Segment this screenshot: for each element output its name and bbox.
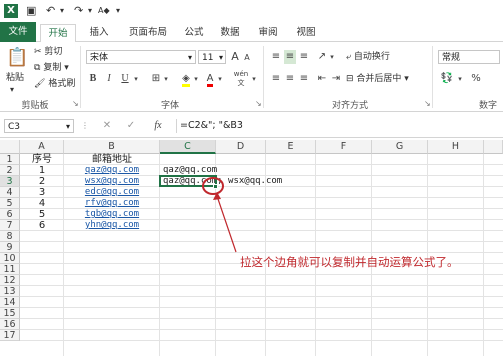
clipboard-group-label: 剪贴板: [21, 101, 49, 111]
more-icon: ⋮: [81, 121, 89, 130]
align-left-icon[interactable]: ≡: [270, 72, 282, 86]
chevron-down-icon[interactable]: ▾: [162, 72, 170, 86]
shrink-font-icon[interactable]: A: [242, 51, 252, 65]
format-painter-button[interactable]: 🖌 格式刷: [34, 78, 75, 90]
grow-font-icon[interactable]: A: [230, 50, 240, 64]
merge-label: 合并后居中: [356, 74, 402, 84]
phonetic-label: wén: [233, 70, 249, 78]
paste-dropdown-icon[interactable]: ▾: [10, 84, 14, 96]
decrease-indent-icon[interactable]: ⇤: [316, 72, 328, 86]
tab-formulas[interactable]: 公式: [180, 24, 208, 41]
copy-icon: ⧉: [34, 63, 41, 73]
name-box-value: C3: [8, 122, 21, 132]
align-bottom-icon[interactable]: ≡: [298, 50, 310, 64]
font-size-box[interactable]: 11 ▾: [198, 50, 226, 64]
alignment-launcher-icon[interactable]: ↘: [424, 99, 431, 108]
paste-icon[interactable]: 📋: [6, 46, 28, 70]
copy-button[interactable]: ⧉ 复制 ▾: [34, 62, 69, 74]
borders-icon[interactable]: ⊞: [150, 72, 162, 86]
font-launcher-icon[interactable]: ↘: [255, 99, 262, 108]
wrap-text-button[interactable]: ⤶ 自动换行: [346, 51, 390, 63]
font-size-value: 11: [202, 53, 214, 63]
name-box[interactable]: C3 ▾: [4, 119, 74, 133]
chevron-down-icon: ▾: [187, 53, 192, 62]
customize-qat-icon[interactable]: ▾: [116, 4, 120, 18]
formula-text: =C2&"; "&B3: [180, 120, 243, 131]
bold-button[interactable]: B: [88, 72, 98, 86]
brush-icon: 🖌: [34, 79, 46, 89]
divider: [263, 46, 264, 108]
wrap-icon: ⤶: [346, 52, 352, 62]
tab-review[interactable]: 审阅: [254, 24, 282, 41]
number-format-value: 常规: [442, 53, 461, 63]
chevron-down-icon[interactable]: ▾: [192, 72, 200, 86]
cut-button[interactable]: ✂ 剪切: [34, 46, 62, 58]
clipboard-launcher-icon[interactable]: ↘: [72, 99, 79, 108]
align-right-icon[interactable]: ≡: [298, 72, 310, 86]
chevron-down-icon: ▾: [65, 122, 70, 131]
ribbon-tabs: 文件 开始 插入 页面布局 公式 数据 审阅 视图: [0, 22, 503, 43]
orientation-icon[interactable]: ↗: [316, 50, 328, 64]
align-center-icon[interactable]: ≡: [284, 72, 296, 86]
tab-file[interactable]: 文件: [0, 22, 36, 42]
font-color-icon[interactable]: A: [204, 72, 216, 87]
alignment-group-label: 对齐方式: [331, 101, 368, 111]
formula-bar: C3 ▾ ⋮ ✕ ✓ fx =C2&"; "&B3: [0, 114, 503, 138]
tab-data[interactable]: 数据: [216, 24, 244, 41]
enter-icon[interactable]: ✓: [124, 119, 138, 133]
chevron-down-icon[interactable]: ▾: [132, 72, 140, 86]
annotation-arrow-line: [216, 195, 237, 253]
wrap-label: 自动换行: [353, 52, 390, 62]
merge-icon: ⊟: [346, 74, 354, 84]
tab-home[interactable]: 开始: [40, 24, 76, 43]
chevron-down-icon[interactable]: ▾: [456, 72, 464, 86]
underline-button[interactable]: U: [120, 72, 130, 86]
divider: [432, 46, 433, 108]
align-top-icon[interactable]: ≡: [270, 50, 282, 64]
redo-dropdown-icon[interactable]: ▾: [88, 4, 92, 18]
font-group-label: 字体: [160, 101, 179, 111]
highlight-circle: [202, 177, 224, 195]
chevron-down-icon[interactable]: ▾: [328, 50, 336, 64]
ribbon: 📋 粘贴 ▾ ✂ 剪切 ⧉ 复制 ▾ 🖌 格式刷 剪贴板 ↘ 宋体 ▾ 11 ▾ A…: [0, 42, 503, 112]
chevron-down-icon[interactable]: ▾: [216, 72, 224, 86]
chevron-down-icon[interactable]: ▾: [250, 72, 258, 86]
currency-icon[interactable]: 💱: [440, 72, 454, 86]
chevron-down-icon: ▾: [218, 53, 223, 62]
tab-insert[interactable]: 插入: [84, 24, 114, 41]
percent-icon[interactable]: %: [470, 72, 482, 86]
number-group-label: 数字: [478, 101, 497, 111]
format-icon[interactable]: A◆: [98, 4, 110, 18]
cancel-icon[interactable]: ✕: [100, 119, 114, 133]
paste-button[interactable]: 粘贴: [6, 72, 24, 84]
increase-indent-icon[interactable]: ⇥: [330, 72, 342, 86]
tab-page-layout[interactable]: 页面布局: [124, 24, 172, 41]
insert-function-icon[interactable]: fx: [150, 119, 166, 133]
scissors-icon: ✂: [34, 47, 42, 57]
font-name-box[interactable]: 宋体 ▾: [86, 50, 196, 64]
font-name-value: 宋体: [90, 53, 109, 63]
undo-icon[interactable]: ↶: [46, 4, 55, 18]
worksheet-grid: A B C D E F G H 1 2 3 4 5 6 7 8 9 10 11 …: [0, 140, 503, 356]
phonetic-icon[interactable]: wén 文: [232, 70, 250, 88]
annotation-text: 拉这个边角就可以复制并自动运算公式了。: [240, 255, 459, 269]
tab-view[interactable]: 视图: [292, 24, 320, 41]
number-format-box[interactable]: 常规: [438, 50, 500, 64]
merge-center-button[interactable]: ⊟ 合并后居中 ▾: [346, 73, 409, 85]
italic-button[interactable]: I: [104, 72, 114, 86]
excel-logo-icon: X: [4, 4, 18, 18]
align-middle-icon[interactable]: ≡: [284, 50, 296, 64]
copy-label: 复制: [43, 63, 62, 73]
divider: [80, 46, 81, 108]
fill-color-icon[interactable]: ◈: [180, 72, 192, 87]
annotation-overlay: [202, 177, 237, 253]
undo-dropdown-icon[interactable]: ▾: [60, 4, 64, 18]
formula-input[interactable]: =C2&"; "&B3: [176, 119, 501, 133]
redo-icon[interactable]: ↷: [74, 4, 83, 18]
title-bar: X ▣ ↶ ▾ ↷ ▾ A◆ ▾: [0, 0, 503, 22]
cut-label: 剪切: [44, 47, 63, 57]
format-painter-label: 格式刷: [48, 79, 76, 89]
save-icon[interactable]: ▣: [26, 4, 36, 18]
